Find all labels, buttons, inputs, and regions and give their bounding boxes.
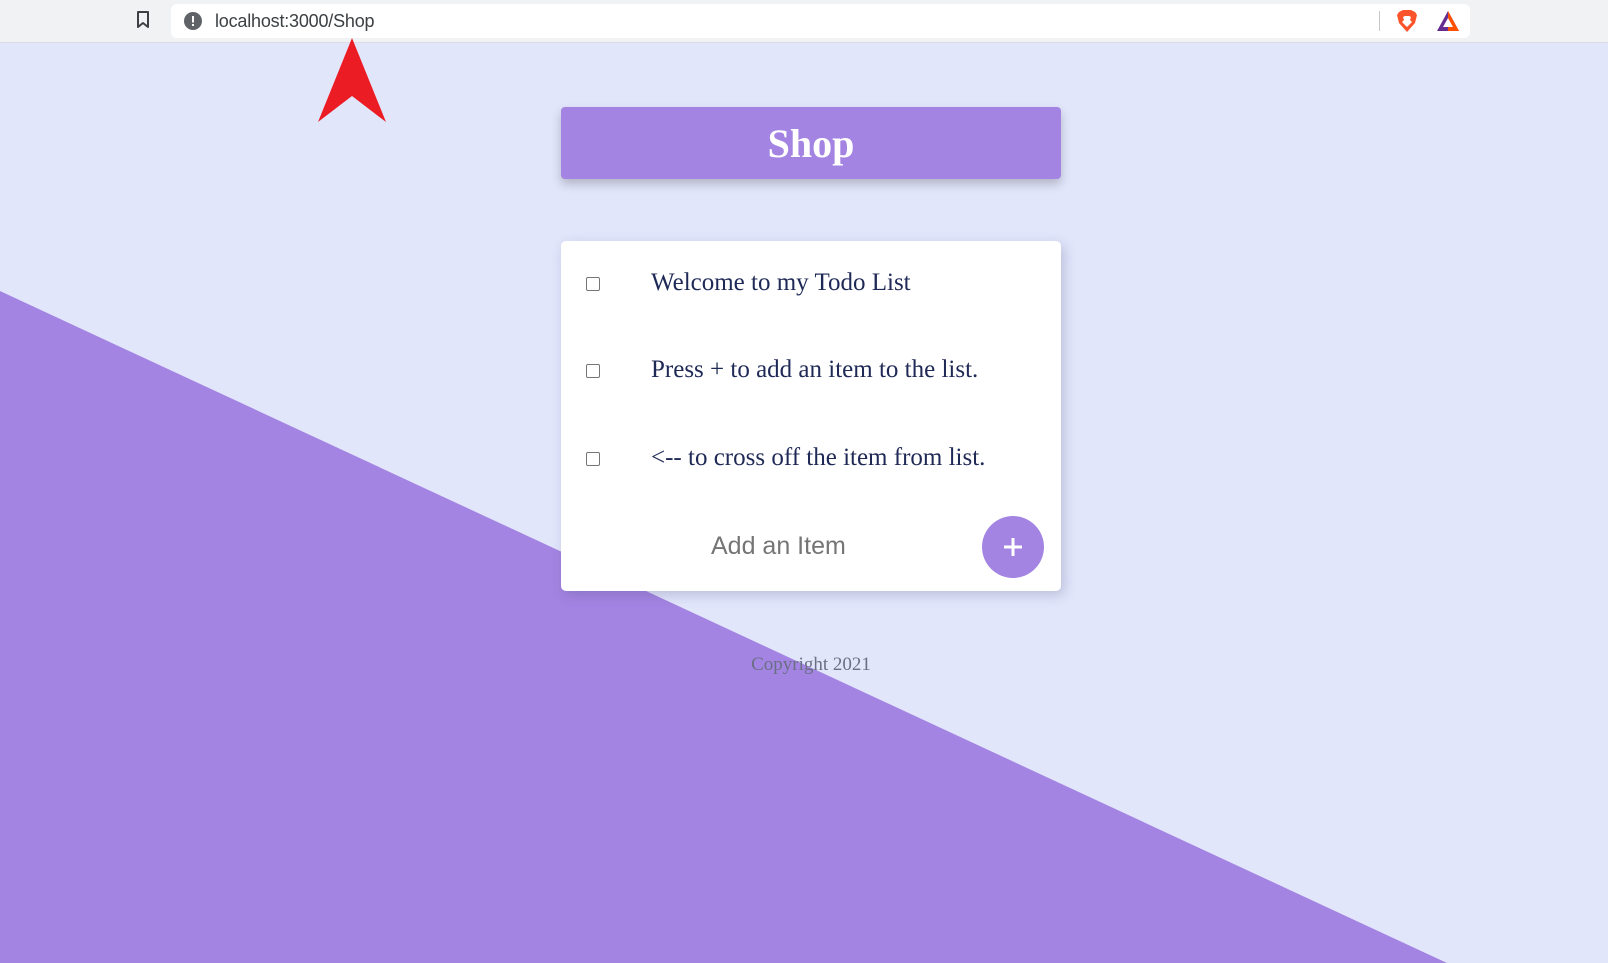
info-icon[interactable] bbox=[184, 12, 202, 30]
todo-item-text: Press + to add an item to the list. bbox=[651, 356, 979, 383]
todo-checkbox[interactable] bbox=[586, 452, 600, 466]
todo-item: Press + to add an item to the list. bbox=[561, 351, 1061, 391]
todo-item: <-- to cross off the item from list. bbox=[561, 439, 1061, 479]
plus-icon bbox=[1004, 538, 1022, 556]
header-card: Shop bbox=[561, 107, 1061, 179]
todo-card: Welcome to my Todo List Press + to add a… bbox=[561, 241, 1061, 591]
address-divider bbox=[1379, 11, 1380, 31]
todo-item: Welcome to my Todo List bbox=[561, 264, 1061, 304]
address-bar[interactable]: localhost:3000/Shop bbox=[171, 4, 1470, 38]
brave-icon[interactable] bbox=[1396, 9, 1418, 33]
url-text[interactable]: localhost:3000/Shop bbox=[215, 11, 375, 32]
annotation-arrow bbox=[318, 38, 386, 122]
todo-item-text: Welcome to my Todo List bbox=[651, 269, 911, 296]
browser-toolbar: localhost:3000/Shop bbox=[0, 0, 1608, 43]
bat-icon[interactable] bbox=[1436, 10, 1460, 32]
bookmark-icon[interactable] bbox=[136, 11, 150, 29]
add-item-input[interactable]: Add an Item bbox=[711, 532, 846, 561]
add-item-button[interactable] bbox=[982, 516, 1044, 578]
todo-checkbox[interactable] bbox=[586, 277, 600, 291]
todo-item-text: <-- to cross off the item from list. bbox=[651, 444, 986, 471]
page-title: Shop bbox=[767, 120, 855, 166]
todo-checkbox[interactable] bbox=[586, 364, 600, 378]
copyright-text: Copyright 2021 bbox=[751, 654, 871, 675]
